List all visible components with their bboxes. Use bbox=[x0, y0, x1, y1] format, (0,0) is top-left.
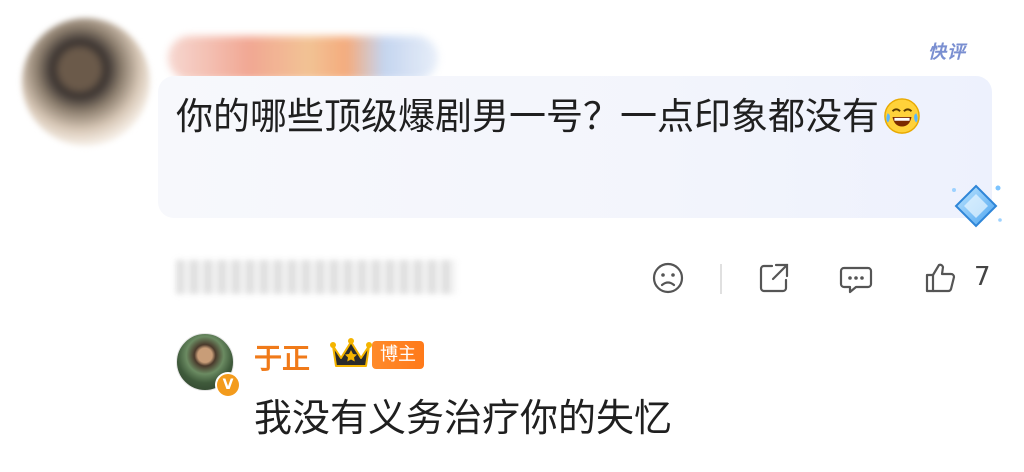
diamond-sparkle-icon bbox=[952, 184, 1002, 228]
comment-meta-blurred bbox=[176, 260, 456, 294]
laughing-tears-emoji-icon bbox=[884, 98, 920, 134]
comment-icon[interactable] bbox=[838, 260, 874, 296]
crown-icon bbox=[330, 338, 372, 367]
comment-text: 你的哪些顶级爆剧男一号？一点印象都没有 bbox=[176, 88, 976, 146]
reply-text: 我没有义务治疗你的失忆 bbox=[254, 396, 673, 440]
blogger-tag: 博主 bbox=[372, 341, 424, 369]
share-icon[interactable] bbox=[756, 260, 792, 296]
dislike-face-icon[interactable] bbox=[650, 260, 686, 296]
quick-comment-badge: 快评 bbox=[928, 42, 966, 63]
comment-text-content: 你的哪些顶级爆剧男一号？一点印象都没有 bbox=[176, 95, 879, 138]
reply-author-name[interactable]: 于正 bbox=[254, 337, 310, 377]
verified-badge: V bbox=[215, 372, 241, 398]
commenter-avatar[interactable] bbox=[22, 18, 150, 146]
commenter-name-blurred[interactable] bbox=[168, 36, 438, 80]
like-count: 7 bbox=[974, 262, 991, 292]
like-thumb-icon[interactable] bbox=[922, 260, 958, 296]
action-separator bbox=[720, 264, 722, 294]
